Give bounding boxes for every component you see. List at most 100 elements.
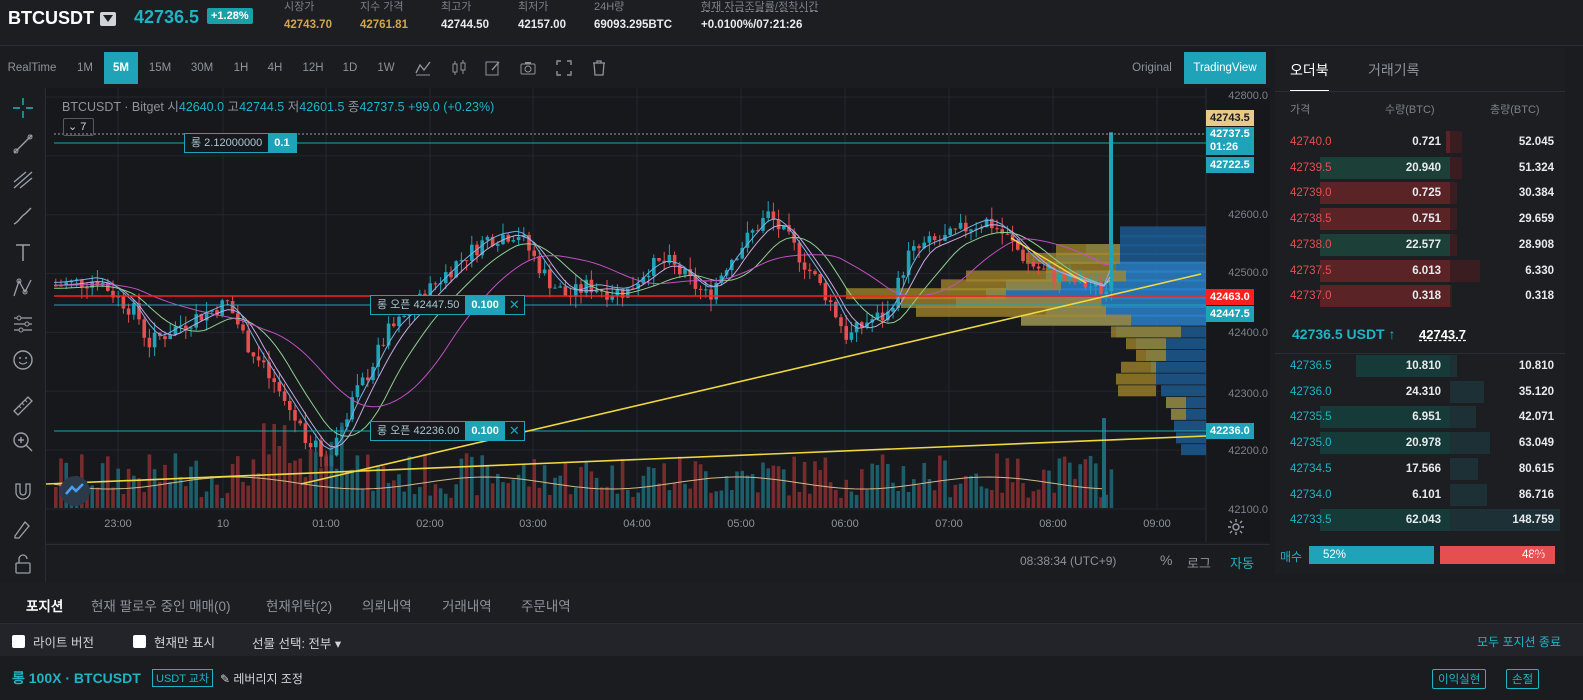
ob-total: 35.120 <box>1518 385 1554 398</box>
tab-order-records[interactable]: 주문내역 <box>521 595 571 615</box>
chevron-down-icon[interactable] <box>100 11 116 26</box>
tf-1d[interactable]: 1D <box>334 52 366 84</box>
chart-settings-icon[interactable] <box>1227 518 1245 536</box>
tab-order-history[interactable]: 의뢰내역 <box>362 595 412 615</box>
stop-loss-button[interactable]: 손절 <box>1506 669 1540 689</box>
ob-price: 42737.0 <box>1290 290 1332 303</box>
view-original-button[interactable]: Original <box>1122 52 1182 84</box>
pattern-icon[interactable] <box>11 276 35 300</box>
tf-15m[interactable]: 15M <box>142 52 178 84</box>
symbol-name: BTCUSDT <box>8 8 94 28</box>
ask-row[interactable]: 42738.5 0.751 29.659 <box>1282 207 1558 231</box>
fullscreen-icon[interactable] <box>555 59 573 77</box>
volume-bar <box>657 483 661 508</box>
magnet-icon[interactable] <box>11 480 35 504</box>
candle-body <box>360 377 365 386</box>
draw-lock-icon[interactable] <box>11 516 35 540</box>
volume-bar <box>516 474 521 508</box>
tf-1m[interactable]: 1M <box>68 52 102 84</box>
tab-orderbook[interactable]: 오더북 <box>1290 60 1329 92</box>
ask-row[interactable]: 42737.0 0.318 0.318 <box>1282 284 1558 308</box>
trash-icon[interactable] <box>590 59 608 77</box>
edit-note-icon[interactable] <box>484 59 502 77</box>
positions-filter-row: 라이트 버전 현재만 표시 선물 선택: 전부 ▾ 모두 포지션 종료 <box>0 624 1583 656</box>
emoji-icon[interactable] <box>11 348 35 372</box>
ask-row[interactable]: 42738.0 22.577 28.908 <box>1282 233 1558 257</box>
symbol-selector[interactable]: BTCUSDT <box>8 8 116 29</box>
close-all-positions-button[interactable]: 모두 포지션 종료 <box>1477 633 1561 650</box>
bid-row[interactable]: 42734.0 6.101 86.716 <box>1282 483 1558 507</box>
tf-5m[interactable]: 5M <box>104 52 138 84</box>
take-profit-button[interactable]: 이익실현 <box>1432 669 1487 689</box>
volume-bar <box>1005 458 1010 508</box>
ask-row[interactable]: 42739.5 20.940 51.324 <box>1282 156 1558 180</box>
candle-type-icon[interactable] <box>450 59 468 77</box>
volume-bar <box>600 487 604 508</box>
volume-bar <box>771 465 776 508</box>
tf-4h[interactable]: 4H <box>260 52 290 84</box>
total-depth-bar <box>1450 208 1457 231</box>
tab-positions[interactable]: 포지션 <box>26 595 64 627</box>
candle-body <box>698 288 703 290</box>
total-depth-bar <box>1450 233 1457 256</box>
bid-row[interactable]: 42734.5 17.566 80.615 <box>1282 457 1558 481</box>
bid-row[interactable]: 42736.0 24.310 35.120 <box>1282 380 1558 404</box>
auto-scale-toggle[interactable]: 자동 <box>1230 553 1254 572</box>
tf-1h[interactable]: 1H <box>226 52 256 84</box>
moving-average-line <box>53 224 1111 448</box>
zoom-in-icon[interactable] <box>11 430 35 454</box>
ask-row[interactable]: 42739.0 0.725 30.384 <box>1282 181 1558 205</box>
text-tool-icon[interactable] <box>11 240 35 264</box>
volume-bar <box>990 490 994 508</box>
lock-icon[interactable] <box>11 552 35 576</box>
bid-row[interactable]: 42733.5 62.043 148.759 <box>1282 508 1560 532</box>
prediction-icon[interactable] <box>11 312 35 336</box>
order-tag-long-open-2[interactable]: 롱 오픈 42236.00 0.100 ✕ <box>370 421 525 441</box>
tab-trade-history[interactable]: 거래내역 <box>442 595 492 615</box>
candle-body <box>121 295 126 309</box>
trend-line-icon[interactable] <box>11 132 35 156</box>
price-chart[interactable]: BTCUSDT · Bitget 시42640.0 고42744.5 저4260… <box>46 88 1270 542</box>
crosshair-icon[interactable] <box>11 96 35 120</box>
tf-1w[interactable]: 1W <box>370 52 402 84</box>
ask-row[interactable]: 42737.5 6.013 6.330 <box>1282 259 1558 283</box>
fib-tool-icon[interactable] <box>11 168 35 192</box>
lite-version-checkbox[interactable]: 라이트 버전 <box>12 632 94 651</box>
close-icon[interactable]: ✕ <box>504 296 524 314</box>
ruler-icon[interactable] <box>11 394 35 418</box>
bid-row[interactable]: 42735.0 20.978 63.049 <box>1282 431 1558 455</box>
volume-bar <box>204 491 209 508</box>
bid-row[interactable]: 42735.5 6.951 42.071 <box>1282 405 1558 429</box>
brush-icon[interactable] <box>11 204 35 228</box>
volume-profile-bar-value <box>1021 314 1131 326</box>
order-tag-long-position[interactable]: 롱 2.12000000 0.1 <box>184 133 297 153</box>
volume-bar <box>360 488 365 508</box>
camera-icon[interactable] <box>519 59 537 77</box>
volume-bar <box>626 489 630 508</box>
ob-price: 42739.0 <box>1290 187 1332 200</box>
tab-copy-trading[interactable]: 현재 팔로우 중인 매매(0) <box>91 595 231 615</box>
futures-select[interactable]: 선물 선택: 전부 ▾ <box>252 633 341 652</box>
adjust-leverage-button[interactable]: ✎ 레버리지 조정 <box>220 670 303 687</box>
tradingview-logo-icon[interactable] <box>58 474 92 508</box>
volume-bar <box>750 474 755 508</box>
chart-canvas[interactable] <box>46 88 1270 542</box>
order-tag-long-open-1[interactable]: 롱 오픈 42447.50 0.100 ✕ <box>370 295 525 315</box>
tab-open-orders[interactable]: 현재위탁(2) <box>266 595 332 615</box>
tab-trade-history[interactable]: 거래기록 <box>1368 60 1420 80</box>
ask-row[interactable]: 42740.0 0.721 52.045 <box>1282 130 1558 154</box>
percent-scale-toggle[interactable]: % <box>1160 552 1172 568</box>
log-scale-toggle[interactable]: 로그 <box>1187 553 1211 572</box>
volume-bar <box>1057 458 1062 508</box>
view-tradingview-button[interactable]: TradingView <box>1184 52 1266 84</box>
tf-30m[interactable]: 30M <box>184 52 220 84</box>
indicator-icon[interactable] <box>414 59 432 77</box>
tf-realtime[interactable]: RealTime <box>0 52 64 84</box>
tf-12h[interactable]: 12H <box>296 52 330 84</box>
current-only-checkbox[interactable]: 현재만 표시 <box>133 632 215 651</box>
bid-row[interactable]: 42736.5 10.810 10.810 <box>1282 354 1558 378</box>
volume-bar <box>308 449 313 508</box>
stat-funding-rate[interactable]: 현재 자금조달률/정착시간 +0.0100%/07:21:26 <box>701 0 818 31</box>
close-icon[interactable]: ✕ <box>504 422 524 440</box>
indicator-collapse-button[interactable]: ⌄ 7 <box>63 118 94 136</box>
